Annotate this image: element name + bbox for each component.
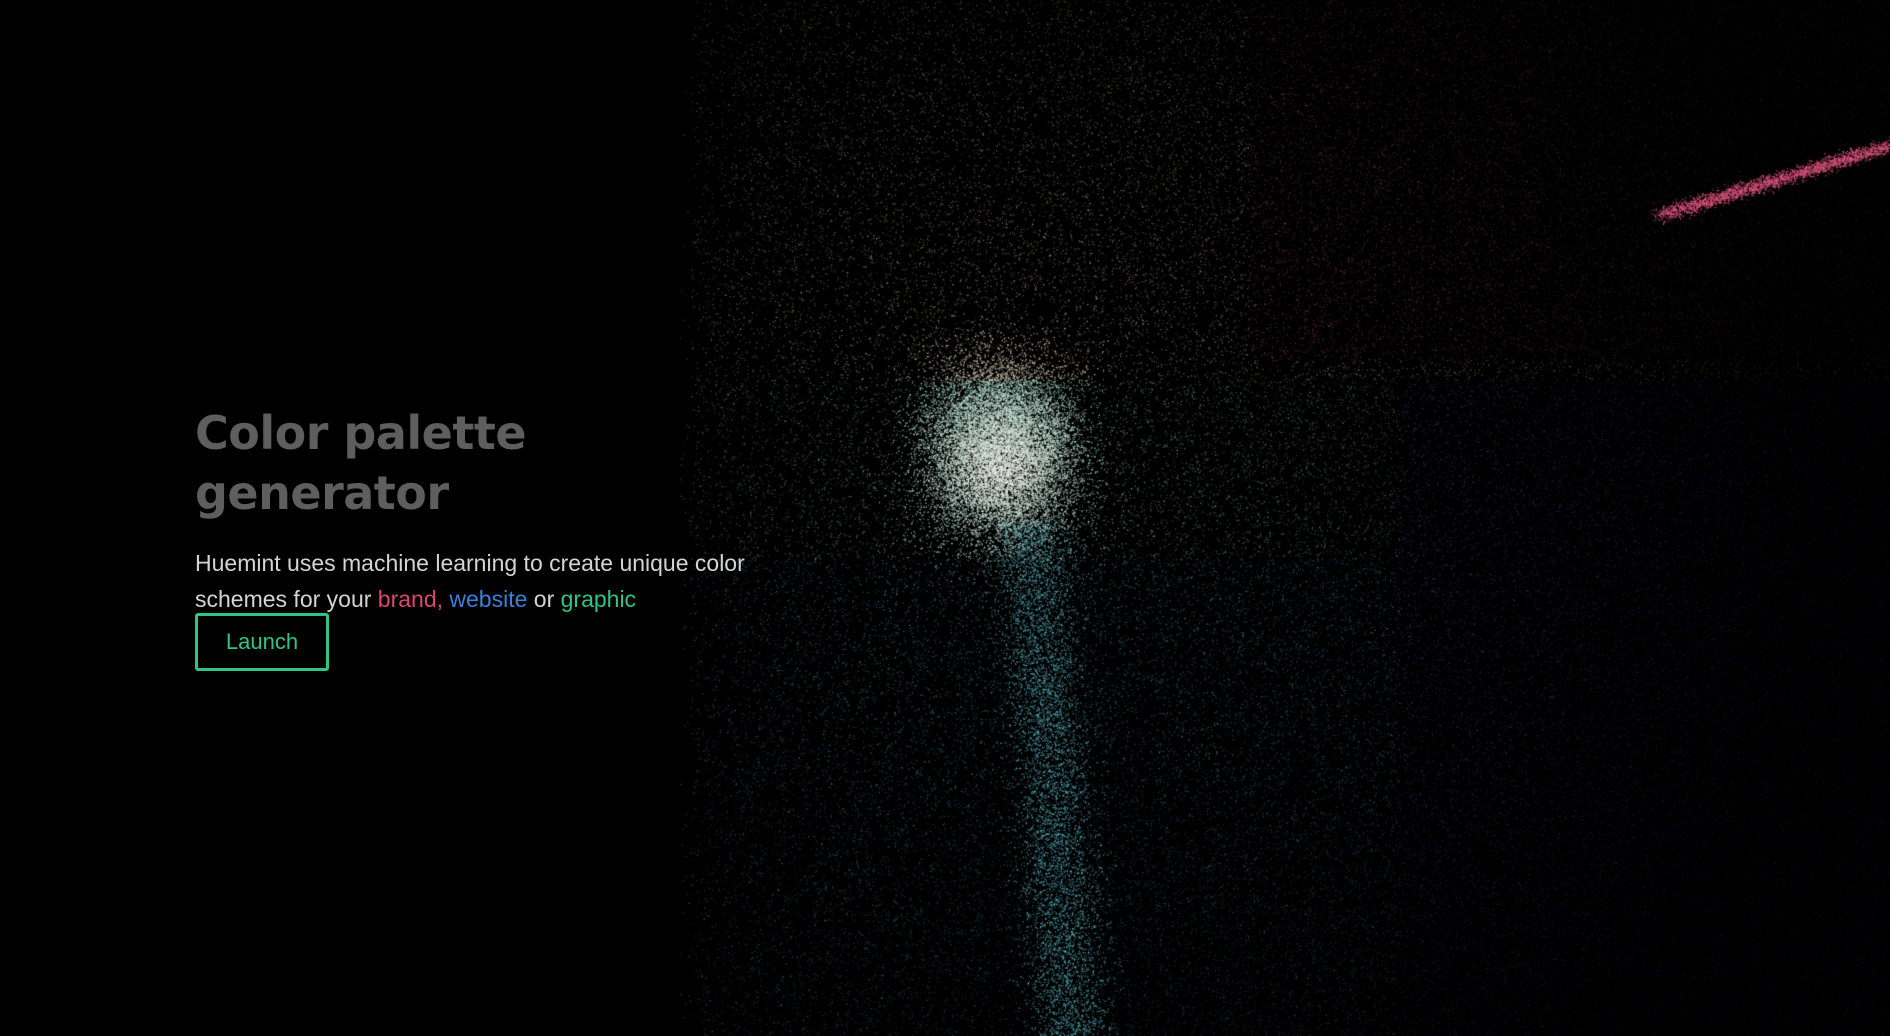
page-title: Color palette generator [195,406,527,520]
hero-section: Color palette generator Huemint uses mac… [195,403,755,671]
keyword-brand: brand, [377,586,444,612]
keyword-website: website [449,586,528,612]
keyword-graphic: graphic [560,586,637,612]
landing-page: Color palette generator Huemint uses mac… [0,0,1890,1036]
hero-description: Huemint uses machine learning to create … [195,545,755,617]
launch-button[interactable]: Launch [195,613,329,671]
connector-or: or [533,586,555,612]
